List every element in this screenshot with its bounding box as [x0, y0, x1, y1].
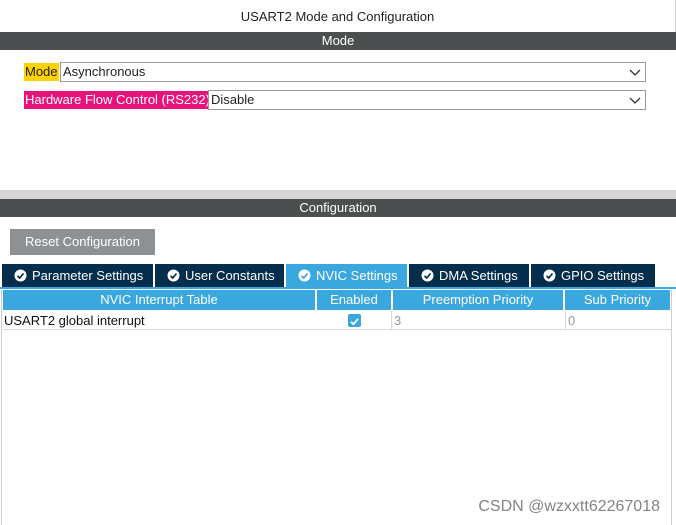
tab-label: User Constants [185, 268, 275, 283]
watermark: CSDN @wzxxtt62267018 [478, 498, 660, 515]
hardware-flow-control-value: Disable [211, 92, 255, 107]
tab-gpio-settings[interactable]: GPIO Settings [531, 264, 655, 287]
tab-parameter-settings[interactable]: Parameter Settings [2, 264, 153, 287]
chevron-down-icon [629, 69, 641, 76]
check-circle-icon [543, 269, 556, 282]
mode-section-header: Mode [0, 32, 676, 50]
tab-underline [0, 287, 676, 289]
chevron-down-icon [629, 97, 641, 104]
mode-label: Mode [24, 63, 59, 81]
check-circle-icon [421, 269, 434, 282]
tab-label: NVIC Settings [316, 268, 398, 283]
preemption-priority-cell[interactable]: 3 [391, 311, 565, 330]
window-title: USART2 Mode and Configuration [0, 0, 676, 32]
configuration-section-header: Configuration [0, 199, 676, 217]
mode-select[interactable]: Asynchronous [60, 62, 646, 82]
column-header-nvic-interrupt-table[interactable]: NVIC Interrupt Table [3, 290, 315, 310]
section-divider[interactable] [0, 190, 676, 199]
sub-priority-cell[interactable]: 0 [565, 311, 671, 330]
tab-nvic-settings[interactable]: NVIC Settings [286, 264, 407, 287]
column-header-sub-priority[interactable]: Sub Priority [565, 290, 670, 310]
interrupt-name-cell: USART2 global interrupt [3, 311, 317, 330]
check-circle-icon [167, 269, 180, 282]
enabled-checkbox[interactable] [348, 314, 361, 327]
tab-label: DMA Settings [439, 268, 518, 283]
mode-select-value: Asynchronous [63, 64, 146, 79]
enabled-cell [317, 311, 391, 330]
check-circle-icon [298, 269, 311, 282]
checkmark-icon [350, 318, 359, 326]
column-header-enabled[interactable]: Enabled [317, 290, 391, 310]
tab-label: GPIO Settings [561, 268, 645, 283]
nvic-table: NVIC Interrupt Table Enabled Preemption … [1, 290, 672, 525]
tab-user-constants[interactable]: User Constants [155, 264, 284, 287]
check-circle-icon [14, 269, 27, 282]
hardware-flow-control-select[interactable]: Disable [208, 90, 646, 110]
tab-dma-settings[interactable]: DMA Settings [409, 264, 529, 287]
tab-label: Parameter Settings [32, 268, 144, 283]
column-header-preemption-priority[interactable]: Preemption Priority [393, 290, 563, 310]
reset-configuration-button[interactable]: Reset Configuration [10, 229, 155, 255]
hardware-flow-control-label: Hardware Flow Control (RS232) [24, 91, 211, 109]
